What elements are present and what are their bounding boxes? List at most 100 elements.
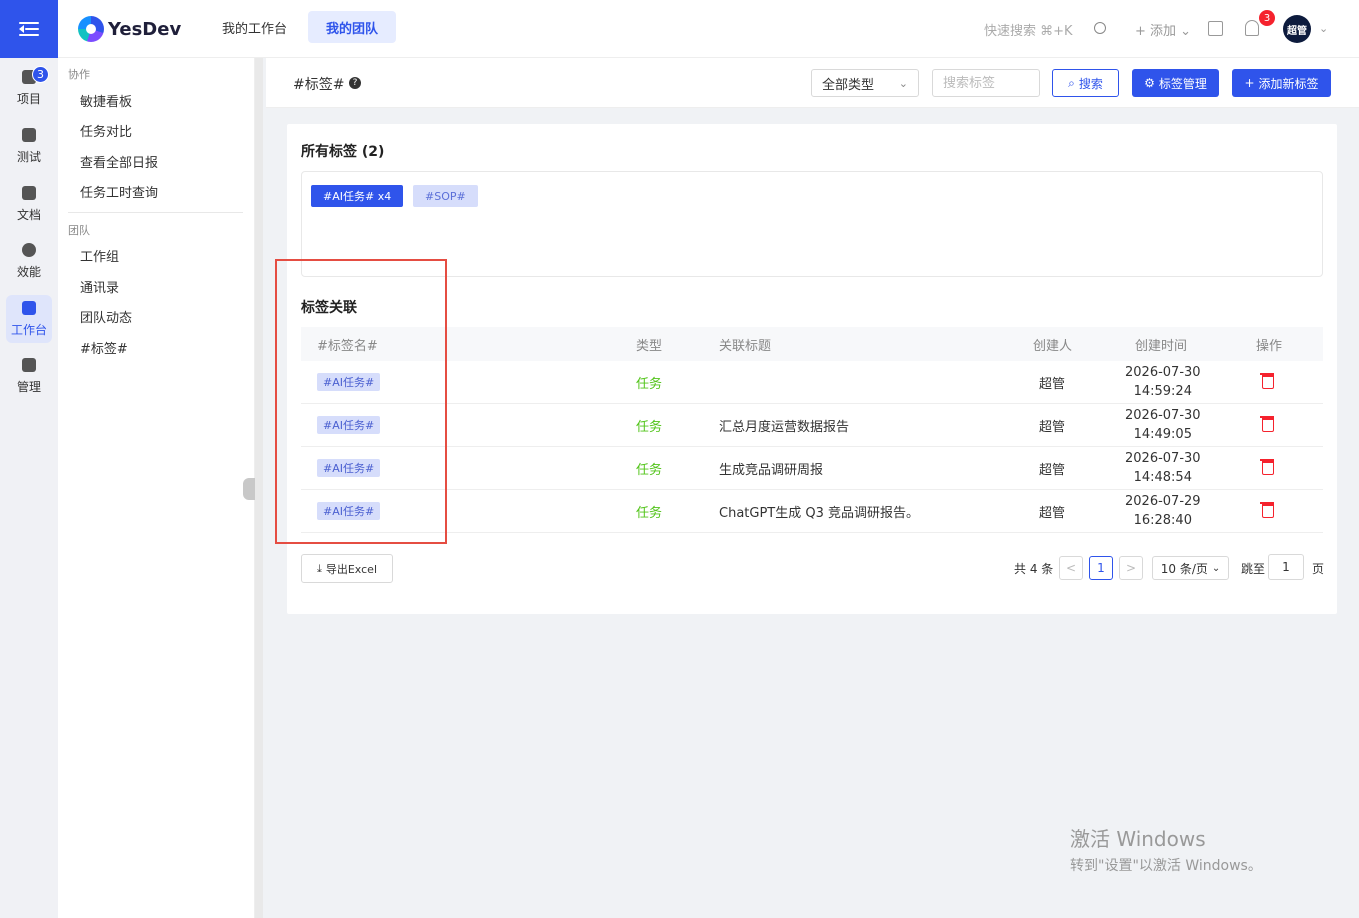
gear-icon: ⚙	[1144, 76, 1155, 90]
monitor-icon	[22, 300, 36, 315]
row-creator: 超管	[1039, 419, 1066, 435]
row-created-time: 2026-07-29 16:28:40	[1125, 494, 1201, 528]
jump-page-input[interactable]	[1268, 554, 1304, 580]
chevron-down-icon: ⌄	[1180, 24, 1192, 39]
download-icon: ⤓	[316, 561, 322, 575]
col-creator: 创建人	[1033, 338, 1073, 354]
side-item-work-group[interactable]: 工作组	[80, 246, 119, 265]
test-icon	[22, 127, 36, 142]
side-item-task-hours[interactable]: 任务工时查询	[80, 182, 158, 201]
col-title: 关联标题	[719, 338, 772, 354]
table-row: #AI任务# 任务 超管 2026-07-30 14:59:24	[301, 361, 1323, 404]
row-title[interactable]: ChatGPT生成 Q3 竞品调研报告。	[719, 490, 919, 532]
tags-box: #AI任务# x4 #SOP#	[301, 171, 1323, 277]
plus-icon: +	[1244, 76, 1255, 90]
bell-icon[interactable]	[1245, 20, 1259, 36]
scrollbar[interactable]	[255, 58, 263, 918]
search-icon: ⌕	[1068, 75, 1075, 90]
relations-table: #标签名# 类型 关联标题 创建人 创建时间 操作 #AI任务# 任务 超管 2…	[301, 327, 1323, 533]
page-toolbar: #标签# ? 全部类型 ⌄ ⌕搜索 ⚙标签管理 +添加新标签	[266, 58, 1359, 108]
tab-my-team[interactable]: 我的团队	[308, 11, 397, 43]
left-rail: 项目 3 测试 文档 效能 工作台 管理	[0, 0, 58, 918]
side-group-collab: 协作	[68, 68, 90, 81]
row-created-time: 2026-07-30 14:59:24	[1125, 365, 1201, 399]
notification-badge: 3	[1259, 10, 1275, 26]
row-title[interactable]: 汇总月度运营数据报告	[719, 404, 849, 446]
project-badge: 3	[32, 66, 49, 83]
prev-page-button[interactable]: <	[1059, 556, 1083, 580]
row-created-time: 2026-07-30 14:48:54	[1125, 451, 1201, 485]
table-header: #标签名# 类型 关联标题 创建人 创建时间 操作	[301, 327, 1323, 361]
row-creator: 超管	[1039, 462, 1066, 478]
side-item-contacts[interactable]: 通讯录	[80, 277, 119, 296]
tag-chip-ai[interactable]: #AI任务# x4	[311, 185, 404, 207]
help-icon[interactable]: ?	[349, 77, 361, 89]
trash-icon[interactable]	[1260, 459, 1274, 475]
search-icon[interactable]	[1094, 22, 1106, 34]
next-page-button[interactable]: >	[1119, 556, 1143, 580]
pie-chart-icon	[22, 242, 36, 257]
rail-item-admin[interactable]: 管理	[6, 352, 52, 400]
checkbox-todo-icon[interactable]	[1208, 21, 1223, 36]
annotation-highlight-box	[275, 259, 447, 544]
trash-icon[interactable]	[1260, 502, 1274, 518]
row-creator: 超管	[1039, 505, 1066, 521]
avatar[interactable]: 超管	[1283, 15, 1311, 43]
col-actions: 操作	[1256, 338, 1283, 354]
rail-item-docs[interactable]: 文档	[6, 180, 52, 228]
export-excel-button[interactable]: ⤓ 导出Excel	[301, 554, 393, 583]
table-row: #AI任务# 任务 ChatGPT生成 Q3 竞品调研报告。 超管 2026-0…	[301, 490, 1323, 533]
menu-toggle-button[interactable]	[0, 0, 58, 58]
trash-icon[interactable]	[1260, 416, 1274, 432]
row-title[interactable]: 生成竞品调研周报	[719, 447, 823, 489]
collapse-handle[interactable]	[243, 478, 255, 500]
row-creator: 超管	[1039, 376, 1066, 392]
hamburger-icon	[19, 21, 39, 37]
tag-search-input[interactable]	[932, 69, 1040, 97]
side-item-task-compare[interactable]: 任务对比	[80, 121, 132, 140]
row-type: 任务	[636, 376, 663, 392]
document-icon	[22, 185, 36, 200]
row-type: 任务	[636, 462, 663, 478]
rail-item-efficiency[interactable]: 效能	[6, 237, 52, 285]
table-row: #AI任务# 任务 汇总月度运营数据报告 超管 2026-07-30 14:49…	[301, 404, 1323, 447]
pager-total: 共 4 条	[1014, 562, 1054, 576]
row-type: 任务	[636, 419, 663, 435]
side-item-team-activity[interactable]: 团队动态	[80, 307, 132, 326]
chevron-down-icon[interactable]: ⌄	[1319, 22, 1328, 35]
type-select[interactable]: 全部类型 ⌄	[811, 69, 919, 97]
col-type: 类型	[636, 338, 663, 354]
side-item-agile-board[interactable]: 敏捷看板	[80, 91, 132, 110]
row-created-time: 2026-07-30 14:49:05	[1125, 408, 1201, 442]
jump-label: 跳至	[1241, 562, 1266, 576]
trash-icon[interactable]	[1260, 373, 1274, 389]
page-size-select[interactable]: 10 条/页 ⌄	[1152, 556, 1229, 580]
col-created-time: 创建时间	[1135, 338, 1188, 354]
tab-my-workbench[interactable]: 我的工作台	[204, 11, 305, 43]
side-item-all-daily[interactable]: 查看全部日报	[80, 152, 158, 171]
rail-item-test[interactable]: 测试	[6, 122, 52, 170]
divider	[68, 212, 243, 213]
rail-item-project[interactable]: 项目 3	[6, 64, 52, 112]
table-row: #AI任务# 任务 生成竞品调研周报 超管 2026-07-30 14:48:5…	[301, 447, 1323, 490]
row-type: 任务	[636, 505, 663, 521]
chevron-down-icon: ⌄	[898, 76, 908, 90]
chevron-down-icon: ⌄	[1211, 562, 1221, 574]
page-title: #标签#	[293, 77, 345, 93]
all-tags-title: 所有标签 (2)	[301, 144, 385, 160]
search-button[interactable]: ⌕ 搜索	[1052, 69, 1119, 97]
page-1-button[interactable]: 1	[1089, 556, 1113, 580]
add-tag-button[interactable]: + 添加新标签	[1232, 69, 1331, 97]
add-menu[interactable]: + 添加 ⌄	[1135, 20, 1191, 39]
tag-manage-button[interactable]: ⚙ 标签管理	[1132, 69, 1219, 97]
tag-chip-sop[interactable]: #SOP#	[413, 185, 478, 207]
os-activation-watermark: 激活 Windows 转到"设置"以激活 Windows。	[1070, 827, 1262, 874]
top-header: YesDev 我的工作台 我的团队 快速搜索 ⌘+K + 添加 ⌄ 3 超管 ⌄	[58, 0, 1359, 58]
quick-search[interactable]: 快速搜索 ⌘+K	[984, 20, 1073, 39]
rail-item-workbench[interactable]: 工作台	[6, 295, 52, 343]
side-item-tags[interactable]: #标签#	[80, 338, 128, 357]
logo-icon	[78, 16, 104, 42]
grid-icon	[22, 357, 36, 372]
side-menu: 协作 敏捷看板 任务对比 查看全部日报 任务工时查询 团队 工作组 通讯录 团队…	[58, 58, 255, 918]
logo[interactable]: YesDev	[78, 16, 181, 42]
